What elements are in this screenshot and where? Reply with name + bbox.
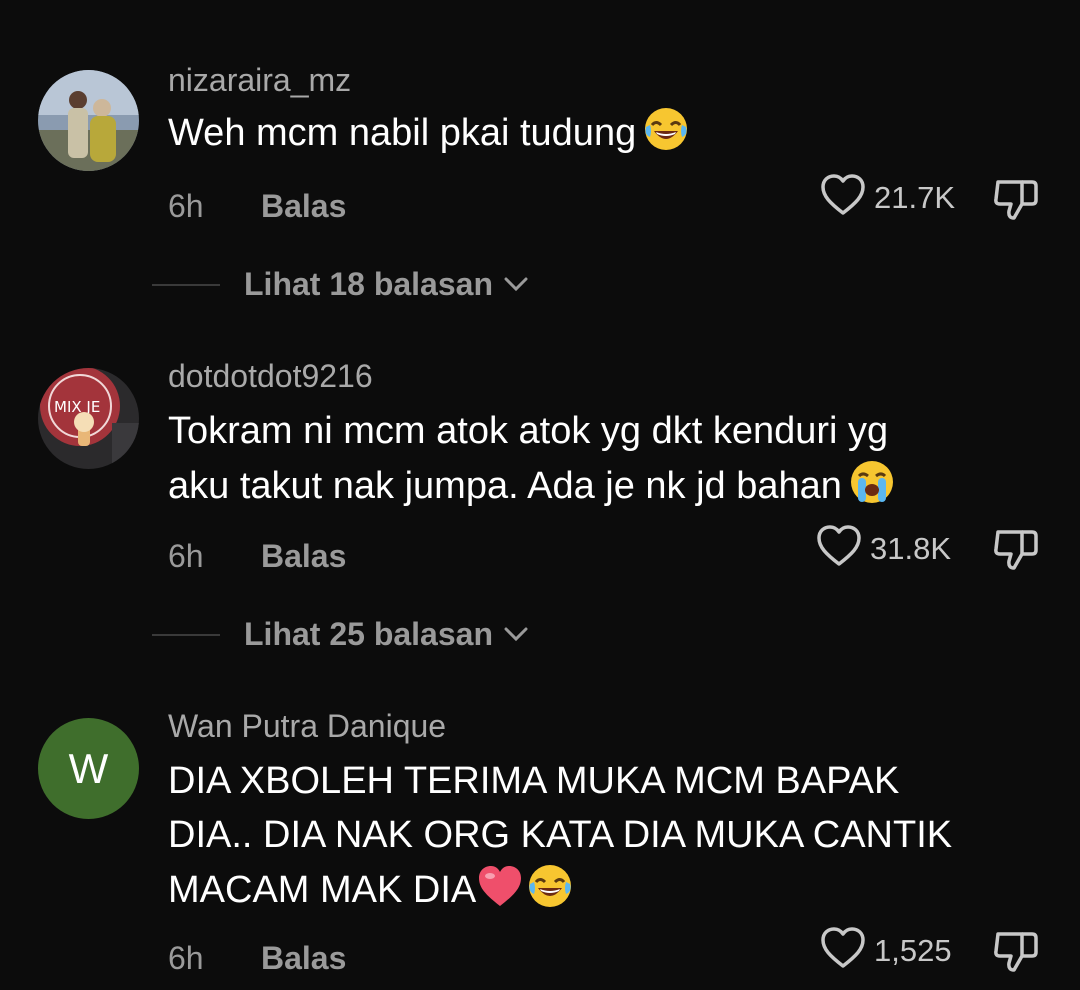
timestamp: 6h bbox=[168, 940, 204, 976]
like-button[interactable]: 1,525 bbox=[820, 926, 952, 975]
comment-text-line: DIA.. DIA NAK ORG KATA DIA MUKA CANTIK bbox=[168, 814, 953, 856]
chevron-down-icon bbox=[503, 625, 529, 648]
comment-text-body: MACAM MAK DIA bbox=[168, 869, 477, 911]
dislike-button[interactable] bbox=[992, 928, 1040, 979]
dislike-button[interactable] bbox=[992, 176, 1040, 227]
comment-text: Weh mcm nabil pkai tudung bbox=[168, 105, 1048, 168]
like-count: 31.8K bbox=[870, 530, 952, 566]
reply-button[interactable]: Balas bbox=[261, 940, 346, 977]
timestamp: 6h bbox=[168, 538, 204, 574]
heart-emoji-icon bbox=[476, 864, 524, 925]
replies-divider bbox=[152, 283, 220, 286]
comment-text-body: aku takut nak jumpa. Ada je nk jd bahan bbox=[168, 465, 842, 507]
timestamp: 6h bbox=[168, 188, 204, 224]
avatar-brand-text: MIX JE bbox=[54, 398, 100, 416]
comment-text-body: Weh mcm nabil pkai tudung bbox=[168, 112, 637, 154]
avatar-letter: W bbox=[68, 744, 109, 792]
username[interactable]: dotdotdot9216 bbox=[168, 358, 373, 395]
comment-text-line: DIA XBOLEH TERIMA MUKA MCM BAPAK bbox=[168, 760, 900, 802]
username[interactable]: nizaraira_mz bbox=[168, 62, 351, 99]
laughing-emoji-icon bbox=[642, 105, 690, 168]
reply-button[interactable]: Balas bbox=[261, 538, 346, 575]
heart-icon bbox=[816, 524, 862, 573]
view-replies-button[interactable]: Lihat 18 balasan bbox=[152, 266, 529, 303]
avatar[interactable]: W bbox=[38, 718, 139, 819]
view-replies-label: Lihat 18 balasan bbox=[244, 266, 493, 302]
like-button[interactable]: 31.8K bbox=[816, 524, 951, 573]
like-button[interactable]: 21.7K bbox=[820, 173, 955, 222]
comment-text-line: MACAM MAK DIA bbox=[168, 862, 1048, 925]
avatar[interactable] bbox=[38, 70, 139, 171]
view-replies-label: Lihat 25 balasan bbox=[244, 616, 493, 652]
chevron-down-icon bbox=[503, 275, 529, 298]
thumbs-down-icon bbox=[994, 180, 1038, 220]
heart-icon bbox=[820, 173, 866, 222]
reply-button[interactable]: Balas bbox=[261, 188, 346, 225]
like-count: 21.7K bbox=[874, 179, 956, 215]
thumbs-down-icon bbox=[994, 932, 1038, 972]
comment-text: Tokram ni mcm atok atok yg dkt kenduri y… bbox=[168, 404, 1048, 521]
thumbs-down-icon bbox=[994, 530, 1038, 570]
avatar-photo: MIX JE bbox=[38, 368, 139, 469]
laughing-emoji-icon bbox=[526, 862, 574, 925]
comment-text-line: Tokram ni mcm atok atok yg dkt kenduri y… bbox=[168, 410, 889, 452]
username[interactable]: Wan Putra Danique bbox=[168, 708, 446, 745]
avatar-photo bbox=[38, 70, 139, 171]
comment-text: DIA XBOLEH TERIMA MUKA MCM BAPAK DIA.. D… bbox=[168, 754, 1048, 925]
crying-emoji-icon bbox=[848, 458, 896, 521]
avatar[interactable]: MIX JE bbox=[38, 368, 139, 469]
replies-divider bbox=[152, 633, 220, 636]
comment-text-line: aku takut nak jumpa. Ada je nk jd bahan bbox=[168, 458, 1048, 521]
dislike-button[interactable] bbox=[992, 526, 1040, 577]
heart-icon bbox=[820, 926, 866, 975]
like-count: 1,525 bbox=[874, 932, 952, 968]
view-replies-button[interactable]: Lihat 25 balasan bbox=[152, 616, 529, 653]
